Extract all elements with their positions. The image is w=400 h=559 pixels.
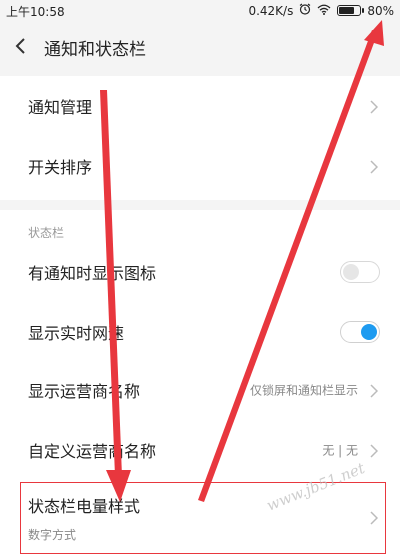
toggle-knob	[361, 324, 377, 340]
net-speed: 0.42K/s	[248, 3, 294, 18]
back-arrow-icon[interactable]	[14, 36, 28, 56]
show-icon-on-notify-label: 有通知时显示图标	[28, 264, 157, 283]
chevron-right-icon	[370, 99, 379, 114]
section-divider	[0, 200, 400, 210]
status-bar: 上午10:58 0.42K/s 80%	[0, 0, 400, 22]
notification-management-row[interactable]: 通知管理	[0, 76, 400, 136]
battery-percent: 80%	[367, 3, 394, 18]
show-net-speed-row[interactable]: 显示实时网速	[0, 302, 400, 362]
switch-order-label: 开关排序	[28, 158, 93, 177]
battery-style-value: 数字方式	[28, 528, 77, 542]
alarm-icon	[299, 3, 311, 18]
page-header: 通知和状态栏	[0, 22, 400, 70]
show-net-speed-toggle[interactable]	[340, 321, 380, 343]
custom-carrier-name-label: 自定义运营商名称	[28, 442, 157, 461]
show-carrier-name-value: 仅锁屏和通知栏显示	[249, 383, 358, 398]
wifi-icon	[317, 4, 331, 18]
page-title: 通知和状态栏	[44, 40, 146, 60]
show-icon-on-notify-toggle[interactable]	[340, 261, 380, 283]
toggle-knob	[343, 264, 359, 280]
switch-order-row[interactable]: 开关排序	[0, 136, 400, 196]
status-right: 0.42K/s 80%	[248, 3, 394, 18]
chevron-right-icon	[370, 383, 379, 398]
chevron-right-icon	[370, 159, 379, 174]
notification-management-label: 通知管理	[28, 98, 93, 117]
chevron-right-icon	[370, 443, 379, 458]
show-icon-on-notify-row[interactable]: 有通知时显示图标	[0, 242, 400, 302]
battery-style-row[interactable]: 状态栏电量样式 数字方式	[0, 484, 400, 550]
chevron-right-icon	[370, 510, 379, 525]
section-title: 状态栏	[28, 226, 65, 240]
show-carrier-name-row[interactable]: 显示运营商名称 仅锁屏和通知栏显示	[0, 360, 400, 420]
show-net-speed-label: 显示实时网速	[28, 324, 125, 343]
status-time: 上午10:58	[6, 5, 65, 19]
show-carrier-name-label: 显示运营商名称	[28, 382, 141, 401]
battery-style-label: 状态栏电量样式	[28, 497, 141, 516]
battery-icon	[337, 5, 365, 16]
custom-carrier-name-value: 无 | 无	[322, 443, 358, 458]
